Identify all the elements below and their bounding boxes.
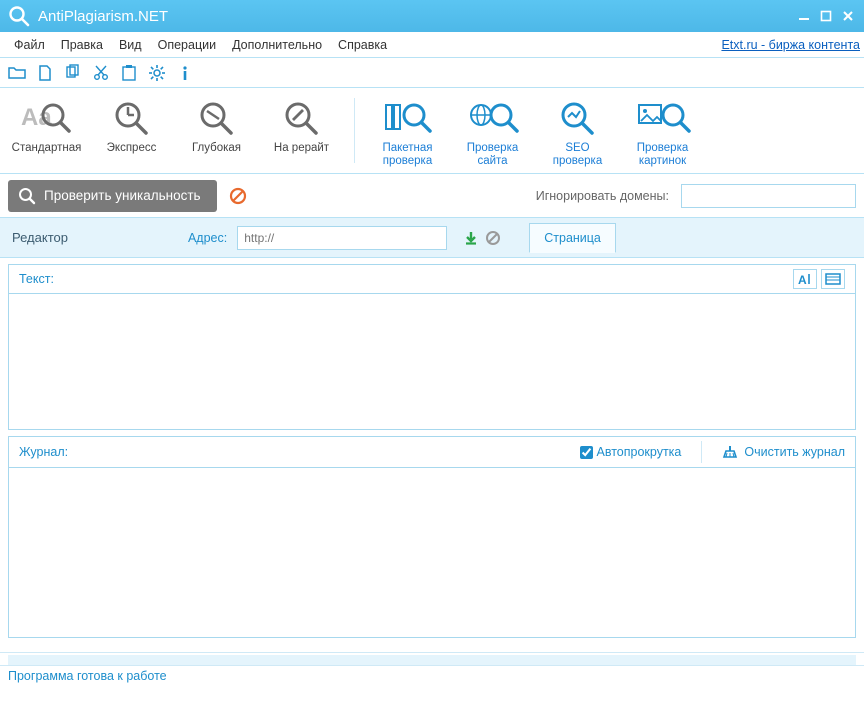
mode-standard-label: Стандартная [12,142,82,155]
address-input[interactable] [237,226,447,250]
clear-journal-button[interactable]: Очистить журнал [722,444,845,460]
editor-label: Редактор [12,230,68,245]
title-bar: AntiPlagiarism.NET [0,0,864,32]
text-panel-header: Текст: A [8,264,856,294]
page-tab[interactable]: Страница [529,223,616,253]
journal-header: Журнал: Автопрокрутка Очистить журнал [8,436,856,468]
progress-bar [8,655,856,665]
mode-standard[interactable]: Aa Стандартная [4,94,89,173]
journal-panel: Журнал: Автопрокрутка Очистить журнал [8,436,856,638]
settings-icon[interactable] [148,64,166,82]
open-folder-icon[interactable] [8,64,26,82]
magnifier-aa-icon: Aa [21,96,73,142]
scan-modes-group: Aa Стандартная Экспресс Глубокая На рера… [4,94,344,173]
download-page-icon[interactable] [463,230,479,246]
ignore-domains-label: Игнорировать домены: [536,189,669,203]
mode-images-label: Проверкакартинок [637,142,689,168]
journal-divider [701,441,702,463]
mode-express-label: Экспресс [107,142,157,155]
ribbon-separator [354,98,355,163]
cancel-load-icon[interactable] [485,230,501,246]
mode-site-label: Проверкасайта [467,142,519,168]
mode-deep-label: Глубокая [192,142,241,155]
mode-batch[interactable]: Пакетнаяпроверка [365,94,450,173]
mode-seo[interactable]: SEOпроверка [535,94,620,173]
seo-icon [556,96,600,142]
close-button[interactable] [840,8,856,24]
magnifier-deep-icon [195,96,239,142]
mode-express[interactable]: Экспресс [89,94,174,173]
autoscroll-toggle[interactable]: Автопрокрутка [580,445,682,459]
globe-icon [467,96,519,142]
menu-edit[interactable]: Правка [53,34,111,56]
menu-additional[interactable]: Дополнительно [224,34,330,56]
mode-batch-label: Пакетнаяпроверка [382,142,432,168]
check-uniqueness-button[interactable]: Проверить уникальность [8,180,217,212]
check-types-group: Пакетнаяпроверка Проверкасайта SEOпровер… [365,94,705,173]
text-editor-area[interactable] [8,294,856,430]
maximize-button[interactable] [818,8,834,24]
copy-icon[interactable] [64,64,82,82]
clear-journal-label: Очистить журнал [744,445,845,459]
status-bar: Программа готова к работе [0,666,864,688]
cancel-check-icon[interactable] [229,187,247,205]
autoscroll-label: Автопрокрутка [597,445,682,459]
progress-bar-wrapper [0,652,864,666]
mode-images[interactable]: Проверкакартинок [620,94,705,173]
cut-icon[interactable] [92,64,110,82]
text-label: Текст: [19,272,54,286]
image-icon [635,96,691,142]
address-label: Адрес: [188,231,227,245]
menu-bar: Файл Правка Вид Операции Дополнительно С… [0,32,864,58]
info-icon[interactable] [176,64,194,82]
editor-header: Редактор Адрес: Страница [0,218,864,258]
journal-label: Журнал: [19,445,68,459]
mode-deep[interactable]: Глубокая [174,94,259,173]
mode-rewrite[interactable]: На рерайт [259,94,344,173]
menu-help[interactable]: Справка [330,34,395,56]
mode-site[interactable]: Проверкасайта [450,94,535,173]
paste-icon[interactable] [120,64,138,82]
ignore-domains-input[interactable] [681,184,856,208]
autoscroll-checkbox[interactable] [580,446,593,459]
etxt-link[interactable]: Etxt.ru - биржа контента [721,38,860,52]
action-bar: Проверить уникальность Игнорировать доме… [0,174,864,218]
text-panel: Текст: A [8,264,856,430]
app-logo-icon [8,5,30,27]
menu-operations[interactable]: Операции [150,34,224,56]
magnifier-pencil-icon [280,96,324,142]
menu-file[interactable]: Файл [6,34,53,56]
batch-icon [382,96,434,142]
text-mode-rich-button[interactable] [821,269,845,289]
icon-toolbar [0,58,864,88]
minimize-button[interactable] [796,8,812,24]
text-mode-plain-button[interactable]: A [793,269,817,289]
status-text: Программа готова к работе [8,669,167,683]
new-file-icon[interactable] [36,64,54,82]
broom-icon [722,444,738,460]
mode-ribbon: Aa Стандартная Экспресс Глубокая На рера… [0,88,864,174]
journal-area[interactable] [8,468,856,638]
mode-rewrite-label: На рерайт [274,142,329,155]
app-title: AntiPlagiarism.NET [38,8,796,25]
magnifier-clock-icon [110,96,154,142]
check-button-label: Проверить уникальность [44,188,201,203]
mode-seo-label: SEOпроверка [553,142,602,168]
svg-text:A: A [798,273,807,286]
menu-view[interactable]: Вид [111,34,150,56]
